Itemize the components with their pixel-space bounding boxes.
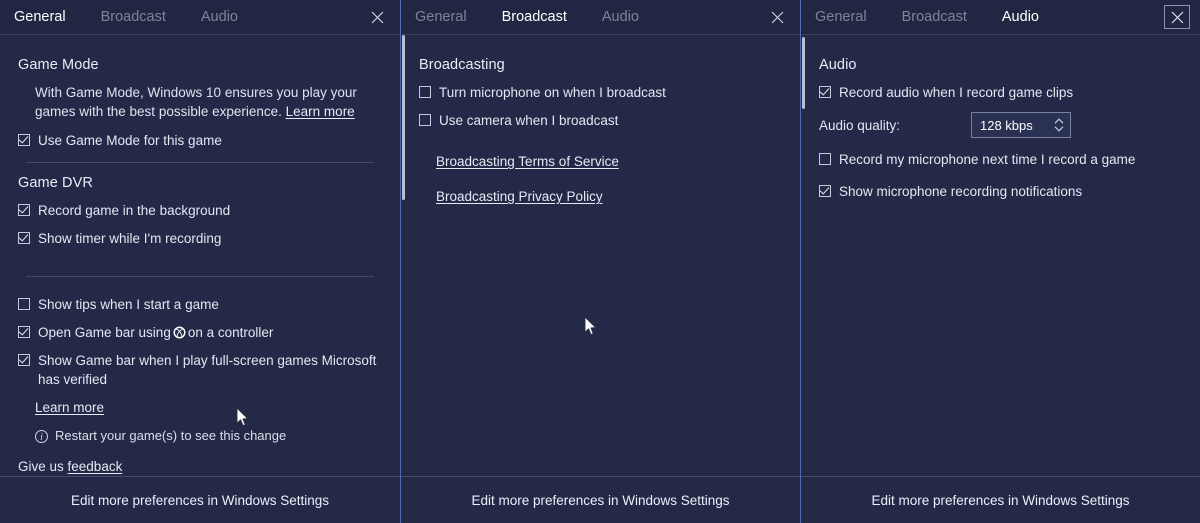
misc-learn-more-row: Learn more xyxy=(35,398,386,417)
audio-quality-stepper[interactable]: 128 kbps xyxy=(971,112,1071,138)
xbox-logo-icon xyxy=(173,325,186,339)
checkbox-box-icon[interactable] xyxy=(819,86,831,98)
footer-edit-preferences-broadcast[interactable]: Edit more preferences in Windows Setting… xyxy=(401,476,800,523)
tabstrip-general: General Broadcast Audio xyxy=(0,0,400,35)
game-dvr-heading: Game DVR xyxy=(18,175,93,191)
restart-note: Restart your game(s) to see this change xyxy=(35,427,386,447)
close-icon[interactable] xyxy=(764,5,790,29)
checkbox-box-icon[interactable] xyxy=(18,326,30,338)
tabstrip-audio: General Broadcast Audio xyxy=(801,0,1200,35)
checkbox-label: Show tips when I start a game xyxy=(38,297,219,312)
checkbox-label: Record audio when I record game clips xyxy=(839,85,1074,100)
tab-audio[interactable]: Audio xyxy=(1002,0,1039,35)
checkbox-box-icon[interactable] xyxy=(18,204,30,216)
checkbox-show-game-bar-fullscreen[interactable]: Show Game bar when I play full-screen ga… xyxy=(18,351,386,389)
checkbox-box-icon[interactable] xyxy=(419,86,431,98)
divider xyxy=(26,162,374,163)
checkbox-label: Turn microphone on when I broadcast xyxy=(439,85,666,100)
checkbox-box-icon[interactable] xyxy=(18,298,30,310)
checkbox-record-my-microphone[interactable]: Record my microphone next time I record … xyxy=(819,150,1186,169)
close-icon[interactable] xyxy=(1164,5,1190,29)
checkbox-turn-microphone-on[interactable]: Turn microphone on when I broadcast xyxy=(419,83,786,102)
feedback-link[interactable]: feedback xyxy=(68,459,123,474)
broadcasting-privacy-policy-link[interactable]: Broadcasting Privacy Policy xyxy=(436,189,603,204)
divider xyxy=(26,276,374,277)
game-mode-description: With Game Mode, Windows 10 ensures you p… xyxy=(35,83,365,121)
checkbox-label: Use camera when I broadcast xyxy=(439,113,619,128)
tabstrip-broadcast: General Broadcast Audio xyxy=(401,0,800,35)
checkbox-box-icon[interactable] xyxy=(819,153,831,165)
checkbox-show-tips[interactable]: Show tips when I start a game xyxy=(18,295,386,314)
tab-audio[interactable]: Audio xyxy=(201,0,238,35)
game-bar-settings-screenshot: General Broadcast Audio Game Mode With G… xyxy=(0,0,1200,523)
tab-general[interactable]: General xyxy=(815,0,867,35)
checkbox-use-camera[interactable]: Use camera when I broadcast xyxy=(419,111,786,130)
broadcasting-terms-of-service-link[interactable]: Broadcasting Terms of Service xyxy=(436,154,619,169)
broadcasting-privacy-row: Broadcasting Privacy Policy xyxy=(436,187,786,206)
checkbox-show-microphone-notifications[interactable]: Show microphone recording notifications xyxy=(819,182,1186,201)
tab-audio[interactable]: Audio xyxy=(602,0,639,35)
checkbox-box-icon[interactable] xyxy=(18,354,30,366)
panel-general-body: Game Mode With Game Mode, Windows 10 ens… xyxy=(0,35,400,476)
audio-quality-label: Audio quality: xyxy=(819,117,901,133)
tab-broadcast[interactable]: Broadcast xyxy=(101,0,166,35)
footer-edit-preferences-audio[interactable]: Edit more preferences in Windows Setting… xyxy=(801,476,1200,523)
spinner-arrows-icon[interactable] xyxy=(1053,116,1065,134)
checkbox-record-audio-game-clips[interactable]: Record audio when I record game clips xyxy=(819,83,1186,102)
audio-heading: Audio xyxy=(819,57,857,73)
checkbox-record-game-background[interactable]: Record game in the background xyxy=(18,201,386,220)
checkbox-label: Record my microphone next time I record … xyxy=(839,152,1136,167)
mouse-cursor xyxy=(584,316,598,337)
checkbox-box-icon[interactable] xyxy=(18,232,30,244)
checkbox-label-prefix: Open Game bar using xyxy=(38,325,171,340)
checkbox-label: Use Game Mode for this game xyxy=(38,133,222,148)
tab-general[interactable]: General xyxy=(415,0,467,35)
feedback-prefix: Give us xyxy=(18,459,68,474)
checkbox-box-icon[interactable] xyxy=(419,114,431,126)
checkbox-box-icon[interactable] xyxy=(18,134,30,146)
checkbox-label: Show microphone recording notifications xyxy=(839,184,1083,199)
tab-broadcast[interactable]: Broadcast xyxy=(502,0,567,35)
feedback-row: Give us feedback xyxy=(18,459,386,474)
game-mode-learn-more-link[interactable]: Learn more xyxy=(286,104,355,119)
broadcasting-heading: Broadcasting xyxy=(419,57,505,73)
panel-audio: General Broadcast Audio Audio Record aud… xyxy=(800,0,1200,523)
checkbox-label: Record game in the background xyxy=(38,203,231,218)
checkbox-open-game-bar-controller[interactable]: Open Game bar using on a controller xyxy=(18,323,386,342)
checkbox-label: Show timer while I'm recording xyxy=(38,231,222,246)
info-icon xyxy=(35,429,48,447)
checkbox-box-icon[interactable] xyxy=(819,185,831,197)
restart-note-text: Restart your game(s) to see this change xyxy=(55,428,287,443)
tab-general[interactable]: General xyxy=(14,0,66,35)
broadcasting-tos-row: Broadcasting Terms of Service xyxy=(436,152,786,171)
checkbox-label-suffix: on a controller xyxy=(187,325,274,340)
panel-broadcast: General Broadcast Audio Broadcasting Tur… xyxy=(400,0,800,523)
checkbox-label: Show Game bar when I play full-screen ga… xyxy=(38,353,377,387)
checkbox-use-game-mode[interactable]: Use Game Mode for this game xyxy=(18,131,386,150)
panel-audio-body: Audio Record audio when I record game cl… xyxy=(801,35,1200,476)
panel-general: General Broadcast Audio Game Mode With G… xyxy=(0,0,400,523)
game-mode-heading: Game Mode xyxy=(18,57,99,73)
audio-quality-value: 128 kbps xyxy=(980,117,1033,133)
tab-broadcast[interactable]: Broadcast xyxy=(902,0,967,35)
footer-edit-preferences-general[interactable]: Edit more preferences in Windows Setting… xyxy=(0,476,400,523)
close-icon[interactable] xyxy=(364,5,390,29)
checkbox-show-timer[interactable]: Show timer while I'm recording xyxy=(18,229,386,248)
misc-learn-more-link[interactable]: Learn more xyxy=(35,400,104,415)
audio-quality-row: Audio quality: 128 kbps xyxy=(819,112,1186,138)
panel-broadcast-body: Broadcasting Turn microphone on when I b… xyxy=(401,35,800,476)
